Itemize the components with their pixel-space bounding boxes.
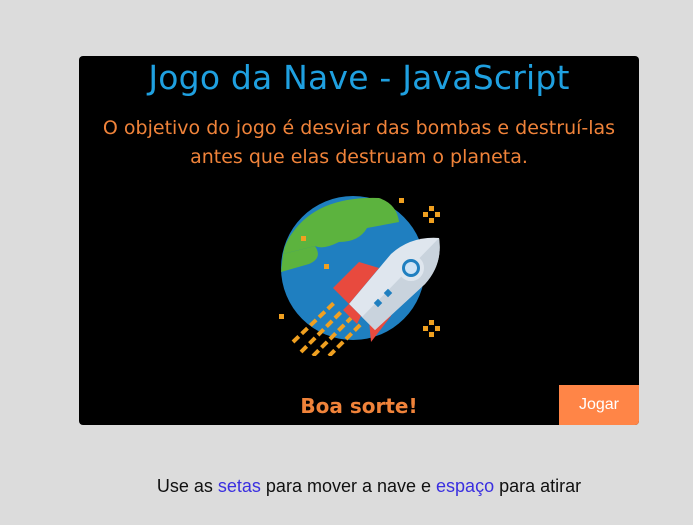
rocket-planet-icon: [279, 192, 449, 358]
hint-text-3: para atirar: [494, 476, 582, 496]
hint-text-1: Use as: [156, 476, 218, 496]
space-keyword: espaço: [436, 476, 495, 496]
game-title: Jogo da Nave - JavaScript: [148, 58, 570, 97]
controls-hint: Use as setas para mover a nave e espaço …: [0, 474, 693, 498]
game-objective: O objetivo do jogo é desviar das bombas …: [102, 117, 616, 168]
hint-text-2: para mover a nave e: [260, 476, 437, 496]
arrows-keyword: setas: [217, 476, 261, 496]
game-area[interactable]: Jogo da Nave - JavaScript O objetivo do …: [79, 56, 639, 425]
play-button[interactable]: Jogar: [559, 385, 639, 425]
good-luck-text: Boa sorte!: [300, 394, 418, 418]
